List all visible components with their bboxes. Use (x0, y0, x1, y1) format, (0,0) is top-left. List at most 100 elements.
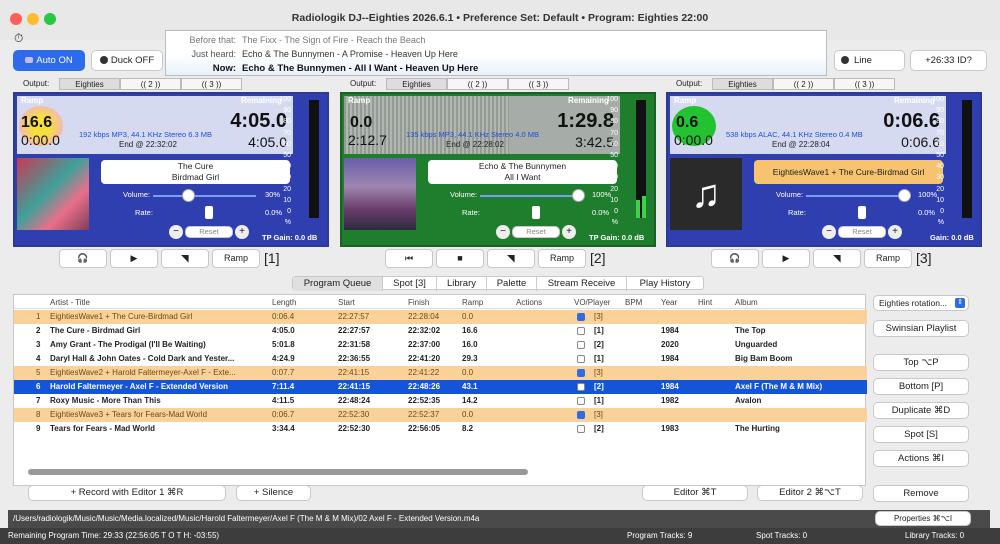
table-row[interactable]: 9 Tears for Fears - Mad World 3:34.4 22:52:… (14, 422, 867, 436)
col-length[interactable]: Length (272, 298, 296, 307)
tab-palette[interactable]: Palette (487, 277, 537, 291)
bottom-button[interactable]: Bottom [P] (873, 378, 969, 395)
col-bpm[interactable]: BPM (625, 298, 642, 307)
rate-decrease-button[interactable]: − (822, 225, 836, 239)
table-row[interactable]: 4 Daryl Hall & John Oates - Cold Dark and… (14, 352, 867, 366)
tab-spot[interactable]: Spot [3] (383, 277, 437, 291)
col-actions[interactable]: Actions (516, 298, 542, 307)
deck-number: [3] (916, 250, 932, 266)
rate-increase-button[interactable]: + (562, 225, 576, 239)
volume-knob[interactable] (182, 189, 195, 202)
col-album[interactable]: Album (735, 298, 758, 307)
vo-checkbox[interactable] (577, 327, 585, 335)
vo-checkbox[interactable] (577, 397, 585, 405)
fade-icon[interactable]: ◥ (161, 249, 209, 268)
play-icon[interactable]: ▶ (762, 249, 810, 268)
rate-increase-button[interactable]: + (235, 225, 249, 239)
ramp-button[interactable]: Ramp (864, 249, 912, 268)
editor-button[interactable]: Editor ⌘T (642, 485, 748, 501)
add-silence-button[interactable]: + Silence (236, 485, 311, 501)
vo-checkbox[interactable] (577, 355, 585, 363)
tab-library[interactable]: Library (437, 277, 487, 291)
volume-slider[interactable] (806, 195, 909, 197)
rate-slider[interactable] (858, 206, 866, 219)
rotation-select[interactable]: Eighties rotation... ⇕ (873, 295, 969, 311)
vo-checkbox[interactable] (577, 411, 585, 419)
vo-checkbox[interactable] (577, 383, 585, 391)
meter-scale-label: 50 (610, 152, 618, 159)
rate-decrease-button[interactable]: − (169, 225, 183, 239)
output-tab-eighties[interactable]: Eighties (386, 78, 447, 90)
table-row[interactable]: 6 Harold Faltermeyer - Axel F - Extended … (14, 380, 867, 394)
output-tab-3[interactable]: (( 3 )) (181, 78, 242, 90)
timer-icon[interactable]: ⏱ (14, 31, 23, 46)
col-hint[interactable]: Hint (698, 298, 712, 307)
output-tab-2[interactable]: (( 2 )) (120, 78, 181, 90)
fade-icon[interactable]: ◥ (487, 249, 535, 268)
vo-checkbox[interactable] (577, 313, 585, 321)
ramp-button[interactable]: Ramp (538, 249, 586, 268)
line-button[interactable]: Line (834, 50, 905, 71)
col-finish[interactable]: Finish (408, 298, 429, 307)
meter-scale-label: 0 (940, 208, 944, 215)
vo-checkbox[interactable] (577, 341, 585, 349)
reset-button[interactable]: Reset (512, 226, 560, 238)
headphones-icon[interactable]: 🎧 (711, 249, 759, 268)
spot-button[interactable]: Spot [S] (873, 426, 969, 443)
previous-track-icon[interactable]: ⏮ (385, 249, 433, 268)
auto-on-button[interactable]: Auto ON (13, 50, 85, 71)
deck-song-box: EightiesWave1 + The Cure-Birdmad Girl (754, 160, 943, 184)
volume-knob[interactable] (572, 189, 585, 202)
volume-knob[interactable] (898, 189, 911, 202)
table-row[interactable]: 5 EightiesWave2 + Harold Faltermeyer-Axel… (14, 366, 867, 380)
editor-2-button[interactable]: Editor 2 ⌘⌥T (757, 485, 863, 501)
output-tab-2[interactable]: (( 2 )) (447, 78, 508, 90)
tab-stream-receive[interactable]: Stream Receive (537, 277, 627, 291)
table-row[interactable]: 8 EightiesWave3 + Tears for Fears-Mad Wor… (14, 408, 867, 422)
table-row[interactable]: 3 Amy Grant - The Prodigal (I'll Be Waiti… (14, 338, 867, 352)
ramp-button[interactable]: Ramp (212, 249, 260, 268)
table-row[interactable]: 7 Roxy Music - More Than This 4:11.5 22:48:… (14, 394, 867, 408)
remove-button[interactable]: Remove (873, 485, 969, 502)
top-button[interactable]: Top ⌥P (873, 354, 969, 371)
output-tab-3[interactable]: (( 3 )) (508, 78, 569, 90)
meter-scale-label: 60 (283, 140, 291, 148)
output-tab-eighties[interactable]: Eighties (712, 78, 773, 90)
meter-scale-label: 0 (614, 208, 618, 215)
tab-play-history[interactable]: Play History (627, 277, 703, 291)
table-row[interactable]: 2 The Cure - Birdmad Girl 4:05.0 22:27:57 22… (14, 324, 867, 338)
properties-button[interactable]: Properties ⌘⌥I (875, 511, 971, 526)
horizontal-scrollbar[interactable] (28, 469, 528, 475)
col-vo-player[interactable]: VO/Player (574, 298, 610, 307)
vo-checkbox[interactable] (577, 369, 585, 377)
swinsian-playlist-button[interactable]: Swinsian Playlist (873, 320, 969, 337)
col-artist-title[interactable]: Artist - Title (50, 298, 90, 307)
output-tab-eighties[interactable]: Eighties (59, 78, 120, 90)
time-id-button[interactable]: +26:33 ID? (910, 50, 987, 71)
vo-checkbox[interactable] (577, 425, 585, 433)
rate-decrease-button[interactable]: − (496, 225, 510, 239)
rate-increase-button[interactable]: + (888, 225, 902, 239)
fade-icon[interactable]: ◥ (813, 249, 861, 268)
duck-off-button[interactable]: Duck OFF (91, 50, 163, 71)
output-tab-3[interactable]: (( 3 )) (834, 78, 895, 90)
tab-program-queue[interactable]: Program Queue (293, 277, 383, 291)
record-with-editor-button[interactable]: + Record with Editor 1 ⌘R (28, 485, 226, 501)
table-row[interactable]: 1 EightiesWave1 + The Cure-Birdmad Girl 0:… (14, 310, 867, 324)
volume-slider[interactable] (480, 195, 583, 197)
volume-slider[interactable] (153, 195, 256, 197)
actions-button[interactable]: Actions ⌘I (873, 450, 969, 467)
output-tab-2[interactable]: (( 2 )) (773, 78, 834, 90)
duplicate-button[interactable]: Duplicate ⌘D (873, 402, 969, 419)
headphones-icon[interactable]: 🎧 (59, 249, 107, 268)
play-icon[interactable]: ▶ (110, 249, 158, 268)
program-tracks-count: Program Tracks: 9 (627, 531, 693, 540)
col-ramp[interactable]: Ramp (462, 298, 483, 307)
stop-icon[interactable]: ■ (436, 249, 484, 268)
reset-button[interactable]: Reset (838, 226, 886, 238)
reset-button[interactable]: Reset (185, 226, 233, 238)
rate-slider[interactable] (532, 206, 540, 219)
col-year[interactable]: Year (661, 298, 677, 307)
col-start[interactable]: Start (338, 298, 355, 307)
rate-slider[interactable] (205, 206, 213, 219)
